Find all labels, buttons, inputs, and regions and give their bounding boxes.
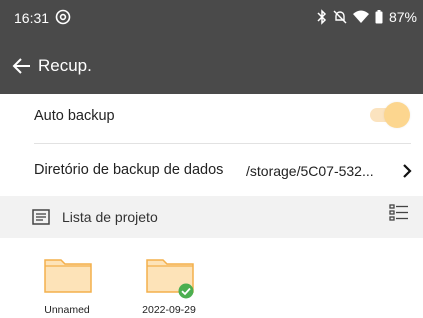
divider — [34, 143, 411, 144]
chevron-right-icon[interactable] — [400, 163, 414, 179]
backup-directory-label: Diretório de backup de dados — [34, 162, 224, 178]
status-icons: 87% — [317, 9, 417, 25]
auto-backup-row: Auto backup — [0, 94, 423, 144]
check-badge-icon — [178, 283, 194, 299]
mute-icon — [333, 10, 347, 24]
project-item-2022-09-29[interactable]: 2022-09-29 — [124, 248, 214, 318]
status-time: 16:31 — [14, 10, 50, 26]
project-name: 2022-09-29 — [142, 304, 196, 316]
battery-percent: 87% — [388, 9, 417, 25]
backup-directory-row[interactable]: Diretório de backup de dados /storage/5C… — [0, 146, 423, 196]
page-title: Recup. — [38, 56, 92, 75]
battery-icon — [375, 10, 383, 24]
folder-icon — [44, 259, 92, 293]
app-bar: Recup. — [0, 38, 423, 94]
bluetooth-icon — [317, 9, 327, 25]
auto-backup-toggle[interactable] — [368, 102, 410, 128]
project-item-unnamed[interactable]: Unnamed — [22, 248, 112, 318]
toggle-thumb — [384, 102, 410, 128]
project-name: Unnamed — [44, 304, 90, 316]
list-view-icon[interactable] — [388, 202, 410, 224]
project-list-title: Lista de projeto — [62, 209, 158, 225]
auto-backup-label: Auto backup — [34, 108, 115, 124]
backup-directory-value: /storage/5C07-532... — [246, 163, 374, 179]
document-list-icon — [32, 209, 50, 225]
wifi-icon — [352, 10, 369, 23]
back-arrow-icon[interactable] — [10, 54, 34, 78]
status-bar: 16:31 87% — [0, 0, 423, 38]
at-sign-icon — [55, 9, 71, 25]
project-list-header: Lista de projeto — [0, 196, 423, 238]
